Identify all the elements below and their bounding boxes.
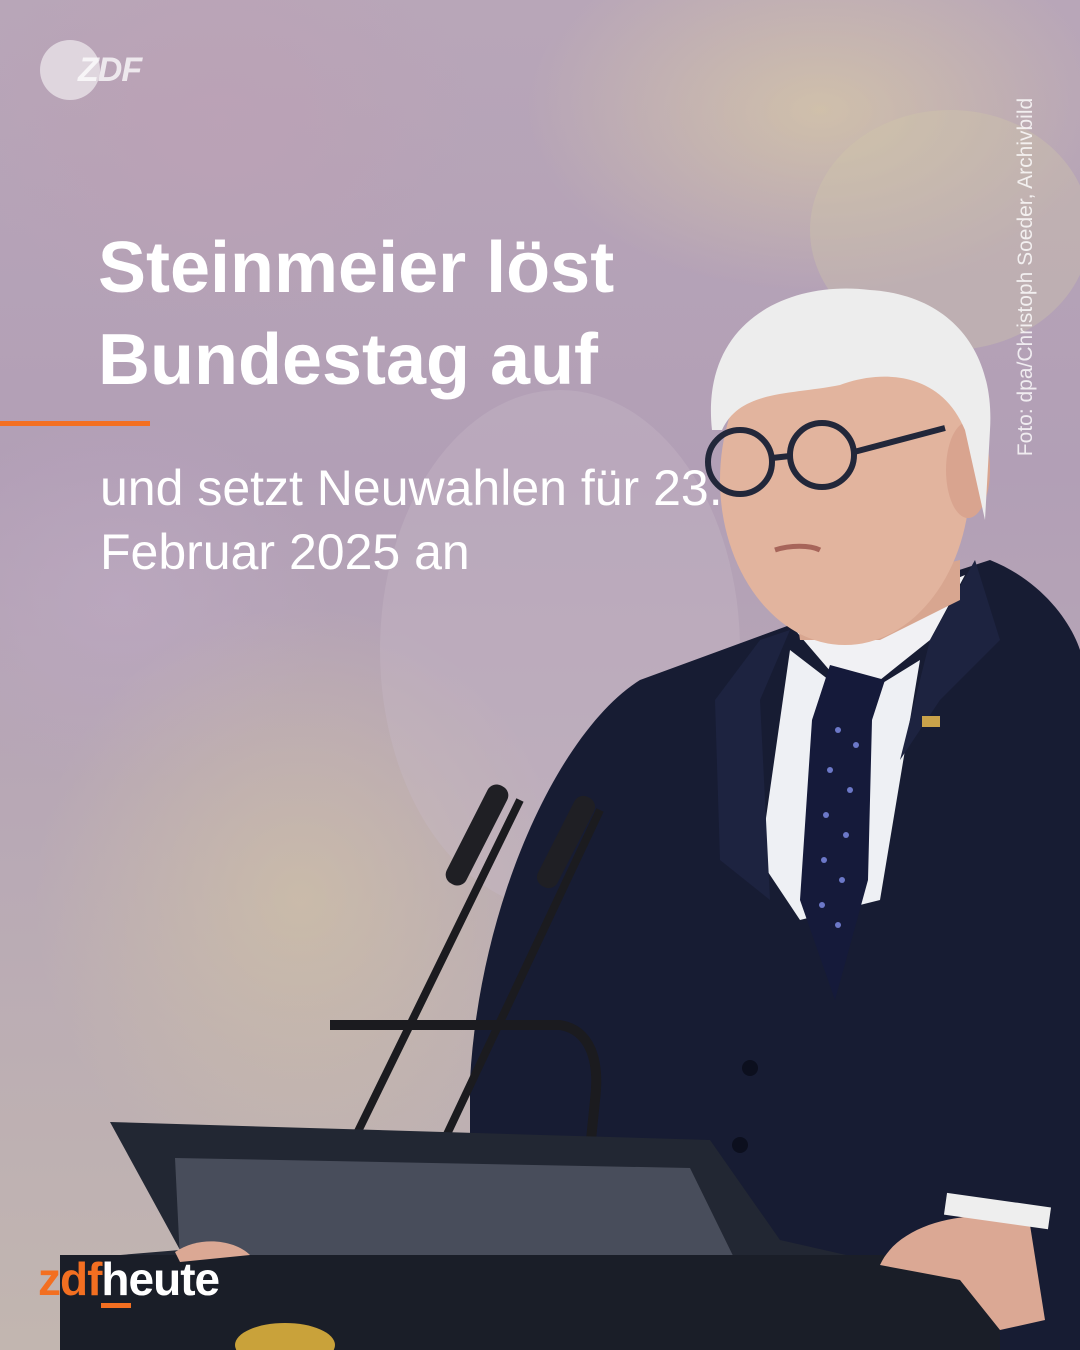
press-photo xyxy=(60,110,1080,1350)
jacket-button xyxy=(732,1137,748,1153)
lapel-pin xyxy=(922,716,940,727)
headline: Steinmeier löst Bundestag auf xyxy=(98,228,615,400)
zdf-badge-text: ZDF xyxy=(78,51,142,89)
brand-zdf: zdf xyxy=(38,1253,102,1305)
news-card: ZDF Steinmeier löst Bundestag auf und se… xyxy=(0,0,1080,1350)
lectern-glass xyxy=(175,1158,740,1270)
jacket-button xyxy=(742,1060,758,1076)
subheadline: und setzt Neuwahlen für 23. Februar 2025… xyxy=(100,460,723,580)
photo-credit-text: Foto: dpa/Christoph Soeder, Archivbild xyxy=(1014,97,1037,457)
accent-divider xyxy=(0,421,150,426)
brand-heute: heute xyxy=(101,1253,220,1305)
zdfheute-logo: zdfheute xyxy=(38,1252,220,1306)
